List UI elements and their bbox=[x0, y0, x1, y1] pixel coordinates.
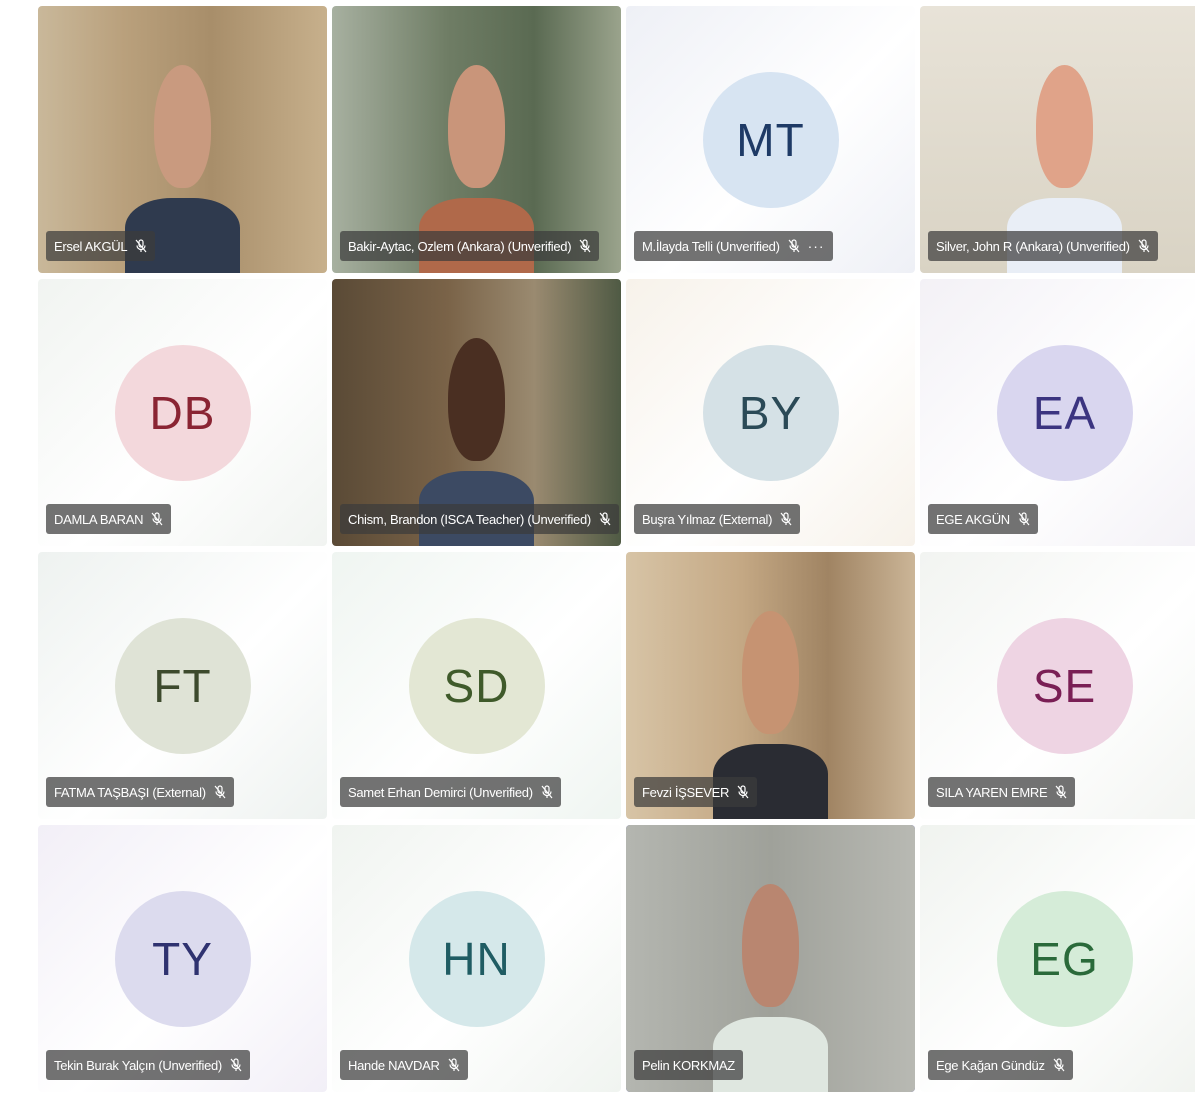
participant-name: Tekin Burak Yalçın (Unverified) bbox=[54, 1057, 222, 1073]
participant-nameplate: FATMA TAŞBAŞI (External) bbox=[46, 777, 234, 807]
participant-name: EGE AKGÜN bbox=[936, 511, 1010, 527]
participant-nameplate: Ersel AKGÜL bbox=[46, 231, 156, 261]
participant-tile[interactable]: Pelin KORKMAZ bbox=[626, 825, 915, 1092]
mic-muted-icon bbox=[579, 239, 591, 253]
mic-muted-icon bbox=[214, 785, 226, 799]
participant-name: SILA YAREN EMRE bbox=[936, 784, 1048, 800]
participant-nameplate: Chism, Brandon (ISCA Teacher) (Unverifie… bbox=[340, 504, 619, 534]
participant-name: Silver, John R (Ankara) (Unverified) bbox=[936, 238, 1130, 254]
participant-tile[interactable]: TY Tekin Burak Yalçın (Unverified) bbox=[38, 825, 327, 1092]
participant-tile[interactable]: HN Hande NAVDAR bbox=[332, 825, 621, 1092]
participant-avatar: BY bbox=[702, 344, 839, 481]
participant-avatar: MT bbox=[702, 71, 839, 208]
participant-name: Fevzi İŞSEVER bbox=[642, 784, 730, 800]
participant-name: Samet Erhan Demirci (Unverified) bbox=[348, 784, 533, 800]
participant-tile[interactable]: Fevzi İŞSEVER bbox=[626, 552, 915, 819]
mic-muted-icon bbox=[135, 239, 147, 253]
participant-grid: Ersel AKGÜL Bakir-Aytac, Ozlem (Ankara) (… bbox=[38, 6, 1195, 1092]
mic-muted-icon bbox=[737, 785, 749, 799]
participant-name: Buşra Yılmaz (External) bbox=[642, 511, 773, 527]
participant-tile[interactable]: Chism, Brandon (ISCA Teacher) (Unverifie… bbox=[332, 279, 621, 546]
participant-avatar: EG bbox=[996, 890, 1133, 1027]
participant-name: M.İlayda Telli (Unverified) bbox=[642, 238, 780, 254]
participant-name: Ege Kağan Gündüz bbox=[936, 1057, 1045, 1073]
participant-avatar: SD bbox=[408, 617, 545, 754]
participant-name: DAMLA BARAN bbox=[54, 511, 144, 527]
mic-muted-icon bbox=[599, 512, 611, 526]
participant-avatar: FT bbox=[114, 617, 251, 754]
participant-tile[interactable]: Ersel AKGÜL bbox=[38, 6, 327, 273]
mic-muted-icon bbox=[151, 512, 163, 526]
participant-tile[interactable]: FT FATMA TAŞBAŞI (External) bbox=[38, 552, 327, 819]
participant-nameplate: Buşra Yılmaz (External) bbox=[634, 504, 801, 534]
participant-nameplate: Silver, John R (Ankara) (Unverified) bbox=[928, 231, 1158, 261]
mic-muted-icon bbox=[780, 512, 792, 526]
mic-muted-icon bbox=[1053, 1058, 1065, 1072]
participant-tile[interactable]: MT M.İlayda Telli (Unverified) ··· bbox=[626, 6, 915, 273]
participant-tile[interactable]: EG Ege Kağan Gündüz bbox=[920, 825, 1195, 1092]
participant-nameplate: Fevzi İŞSEVER bbox=[634, 777, 758, 807]
mic-muted-icon bbox=[448, 1058, 460, 1072]
mic-muted-icon bbox=[1018, 512, 1030, 526]
participant-tile[interactable]: SD Samet Erhan Demirci (Unverified) bbox=[332, 552, 621, 819]
mic-muted-icon bbox=[230, 1058, 242, 1072]
participant-avatar: DB bbox=[114, 344, 251, 481]
participant-nameplate: Pelin KORKMAZ bbox=[634, 1050, 743, 1080]
participant-tile[interactable]: Bakir-Aytac, Ozlem (Ankara) (Unverified) bbox=[332, 6, 621, 273]
participant-nameplate: Tekin Burak Yalçın (Unverified) bbox=[46, 1050, 250, 1080]
participant-avatar: EA bbox=[996, 344, 1133, 481]
participant-name: Chism, Brandon (ISCA Teacher) (Unverifie… bbox=[348, 511, 591, 527]
participant-name: Pelin KORKMAZ bbox=[642, 1057, 735, 1073]
participant-avatar: HN bbox=[408, 890, 545, 1027]
participant-name: Ersel AKGÜL bbox=[54, 238, 128, 254]
participant-nameplate: Ege Kağan Gündüz bbox=[928, 1050, 1073, 1080]
mic-muted-icon bbox=[788, 239, 800, 253]
participant-tile[interactable]: Silver, John R (Ankara) (Unverified) bbox=[920, 6, 1195, 273]
mic-muted-icon bbox=[1138, 239, 1150, 253]
participant-nameplate: SILA YAREN EMRE bbox=[928, 777, 1076, 807]
participant-tile[interactable]: EA EGE AKGÜN bbox=[920, 279, 1195, 546]
more-options-icon[interactable]: ··· bbox=[808, 238, 825, 254]
participant-avatar: TY bbox=[114, 890, 251, 1027]
participant-nameplate: Samet Erhan Demirci (Unverified) bbox=[340, 777, 561, 807]
mic-muted-icon bbox=[541, 785, 553, 799]
participant-nameplate: DAMLA BARAN bbox=[46, 504, 172, 534]
participant-name: FATMA TAŞBAŞI (External) bbox=[54, 784, 206, 800]
participant-nameplate: M.İlayda Telli (Unverified) ··· bbox=[634, 231, 833, 261]
participant-tile[interactable]: SE SILA YAREN EMRE bbox=[920, 552, 1195, 819]
participant-nameplate: Bakir-Aytac, Ozlem (Ankara) (Unverified) bbox=[340, 231, 600, 261]
mic-muted-icon bbox=[1055, 785, 1067, 799]
participant-name: Bakir-Aytac, Ozlem (Ankara) (Unverified) bbox=[348, 238, 572, 254]
participant-tile[interactable]: BY Buşra Yılmaz (External) bbox=[626, 279, 915, 546]
participant-name: Hande NAVDAR bbox=[348, 1057, 440, 1073]
participant-nameplate: Hande NAVDAR bbox=[340, 1050, 468, 1080]
participant-avatar: SE bbox=[996, 617, 1133, 754]
participant-tile[interactable]: DB DAMLA BARAN bbox=[38, 279, 327, 546]
participant-nameplate: EGE AKGÜN bbox=[928, 504, 1038, 534]
